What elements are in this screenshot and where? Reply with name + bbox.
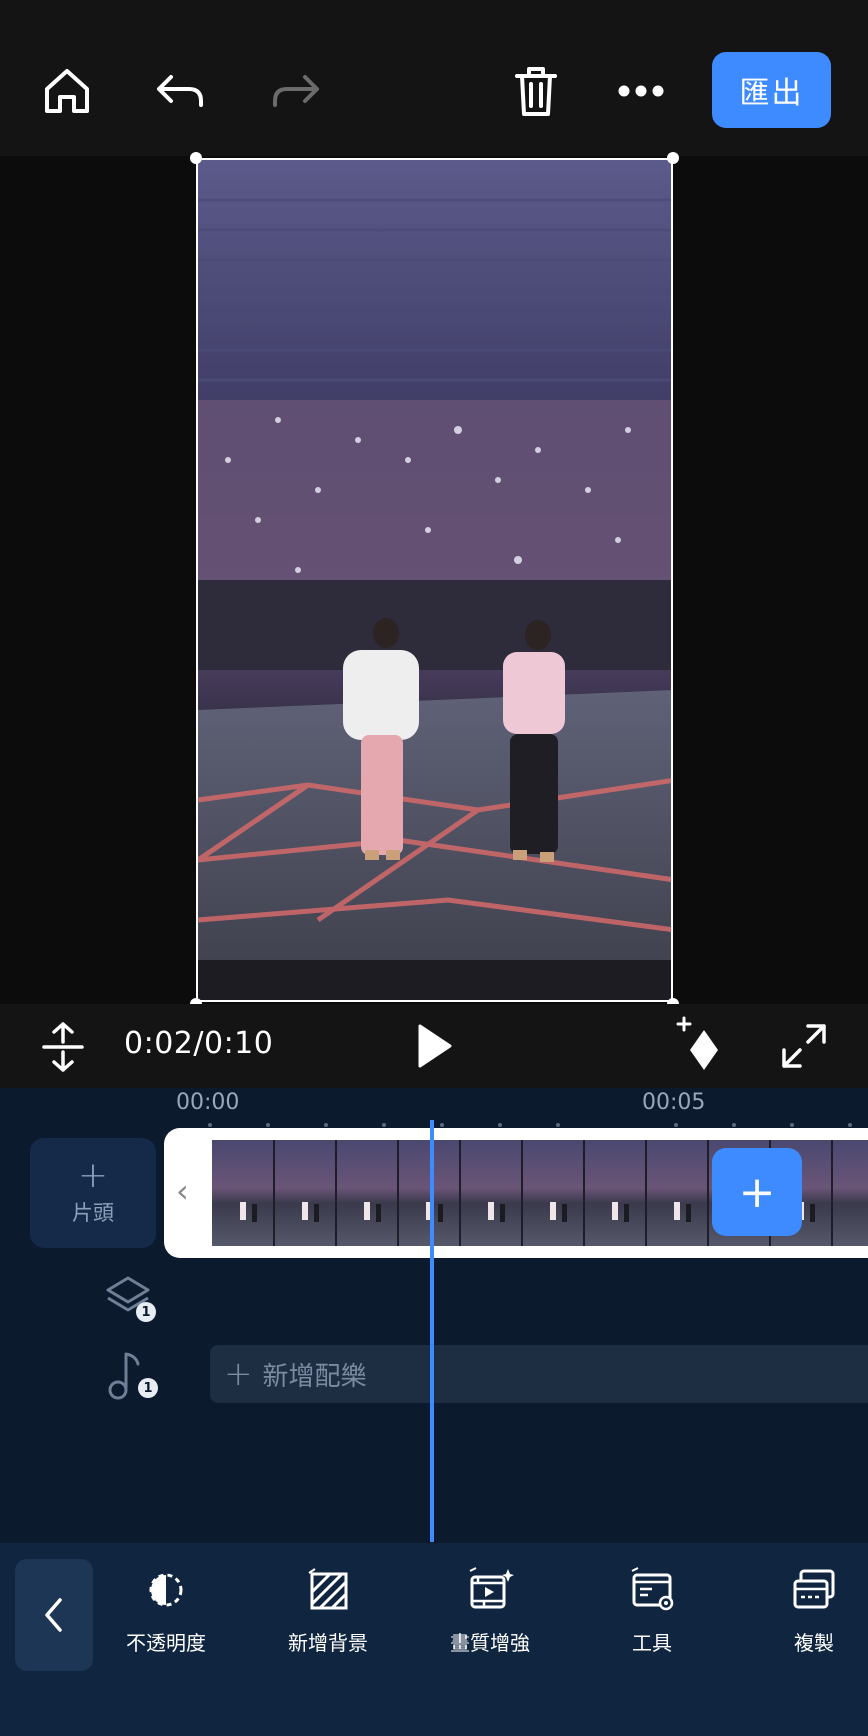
adjust-height-icon[interactable] [40, 1020, 86, 1078]
timecode: 0:02/0:10 [124, 1026, 274, 1061]
tool-tools-label: 工具 [632, 1631, 672, 1655]
tool-add-background[interactable]: 新增背景 [263, 1565, 393, 1656]
export-button[interactable]: 匯出 [712, 52, 831, 128]
duplicate-icon [789, 1565, 839, 1615]
playhead[interactable] [430, 1120, 434, 1542]
add-intro-button[interactable]: + 片頭 [30, 1138, 156, 1248]
tools-icon [627, 1565, 677, 1615]
tool-quality-enhance-label: 畫質增強 [450, 1631, 530, 1655]
play-icon[interactable] [414, 1022, 454, 1074]
tool-duplicate[interactable]: 複製 [749, 1565, 868, 1656]
bottom-toolbar: 不透明度 新增背景 畫質增強 工具 複製 [0, 1543, 868, 1736]
video-frame-image [198, 160, 671, 1000]
intro-label: 片頭 [72, 1201, 114, 1225]
home-icon[interactable] [34, 58, 100, 124]
fullscreen-icon[interactable] [780, 1022, 828, 1074]
tool-opacity-label: 不透明度 [126, 1631, 206, 1655]
overlay-count-badge: 1 [136, 1302, 156, 1322]
video-frame[interactable] [196, 158, 673, 1002]
add-clip-button[interactable]: + [712, 1148, 802, 1236]
add-music-label: 新增配樂 [262, 1361, 367, 1392]
undo-icon[interactable] [148, 58, 214, 124]
plus-icon: + [224, 1354, 253, 1394]
keyframe-icon[interactable] [676, 1016, 726, 1078]
redo-icon[interactable] [262, 58, 328, 124]
tool-quality-enhance[interactable]: 畫質增強 [425, 1565, 555, 1656]
ruler-label-5s: 00:05 [642, 1090, 706, 1115]
back-button[interactable] [15, 1559, 93, 1671]
enhance-icon [465, 1565, 515, 1615]
chevron-left-icon[interactable]: ‹ [176, 1172, 189, 1210]
trash-icon[interactable] [503, 58, 569, 124]
opacity-icon [141, 1565, 191, 1615]
overlay-layers-icon[interactable]: 1 [104, 1274, 156, 1322]
video-editor: 匯出 0:02/0:10 00:00 00:05 + 片頭 ‹ + 1 1 + … [0, 0, 868, 1736]
player-controls: 0:02/0:10 [0, 1004, 868, 1088]
video-preview [0, 152, 868, 1010]
more-icon[interactable] [608, 58, 674, 124]
music-note-icon[interactable]: 1 [104, 1350, 158, 1400]
chevron-left-icon [45, 1598, 62, 1632]
background-icon [303, 1565, 353, 1615]
ruler-label-start: 00:00 [176, 1090, 240, 1115]
plus-icon: + [77, 1155, 109, 1196]
audio-count-badge: 1 [138, 1378, 158, 1398]
top-bar: 匯出 [0, 0, 868, 156]
tool-tools[interactable]: 工具 [587, 1565, 717, 1656]
tool-opacity[interactable]: 不透明度 [101, 1565, 231, 1656]
add-music-track[interactable]: + 新增配樂 [210, 1345, 868, 1403]
crop-handle-tr[interactable] [667, 152, 679, 164]
crop-handle-tl[interactable] [190, 152, 202, 164]
tool-duplicate-label: 複製 [794, 1631, 834, 1655]
tool-add-background-label: 新增背景 [288, 1631, 368, 1655]
